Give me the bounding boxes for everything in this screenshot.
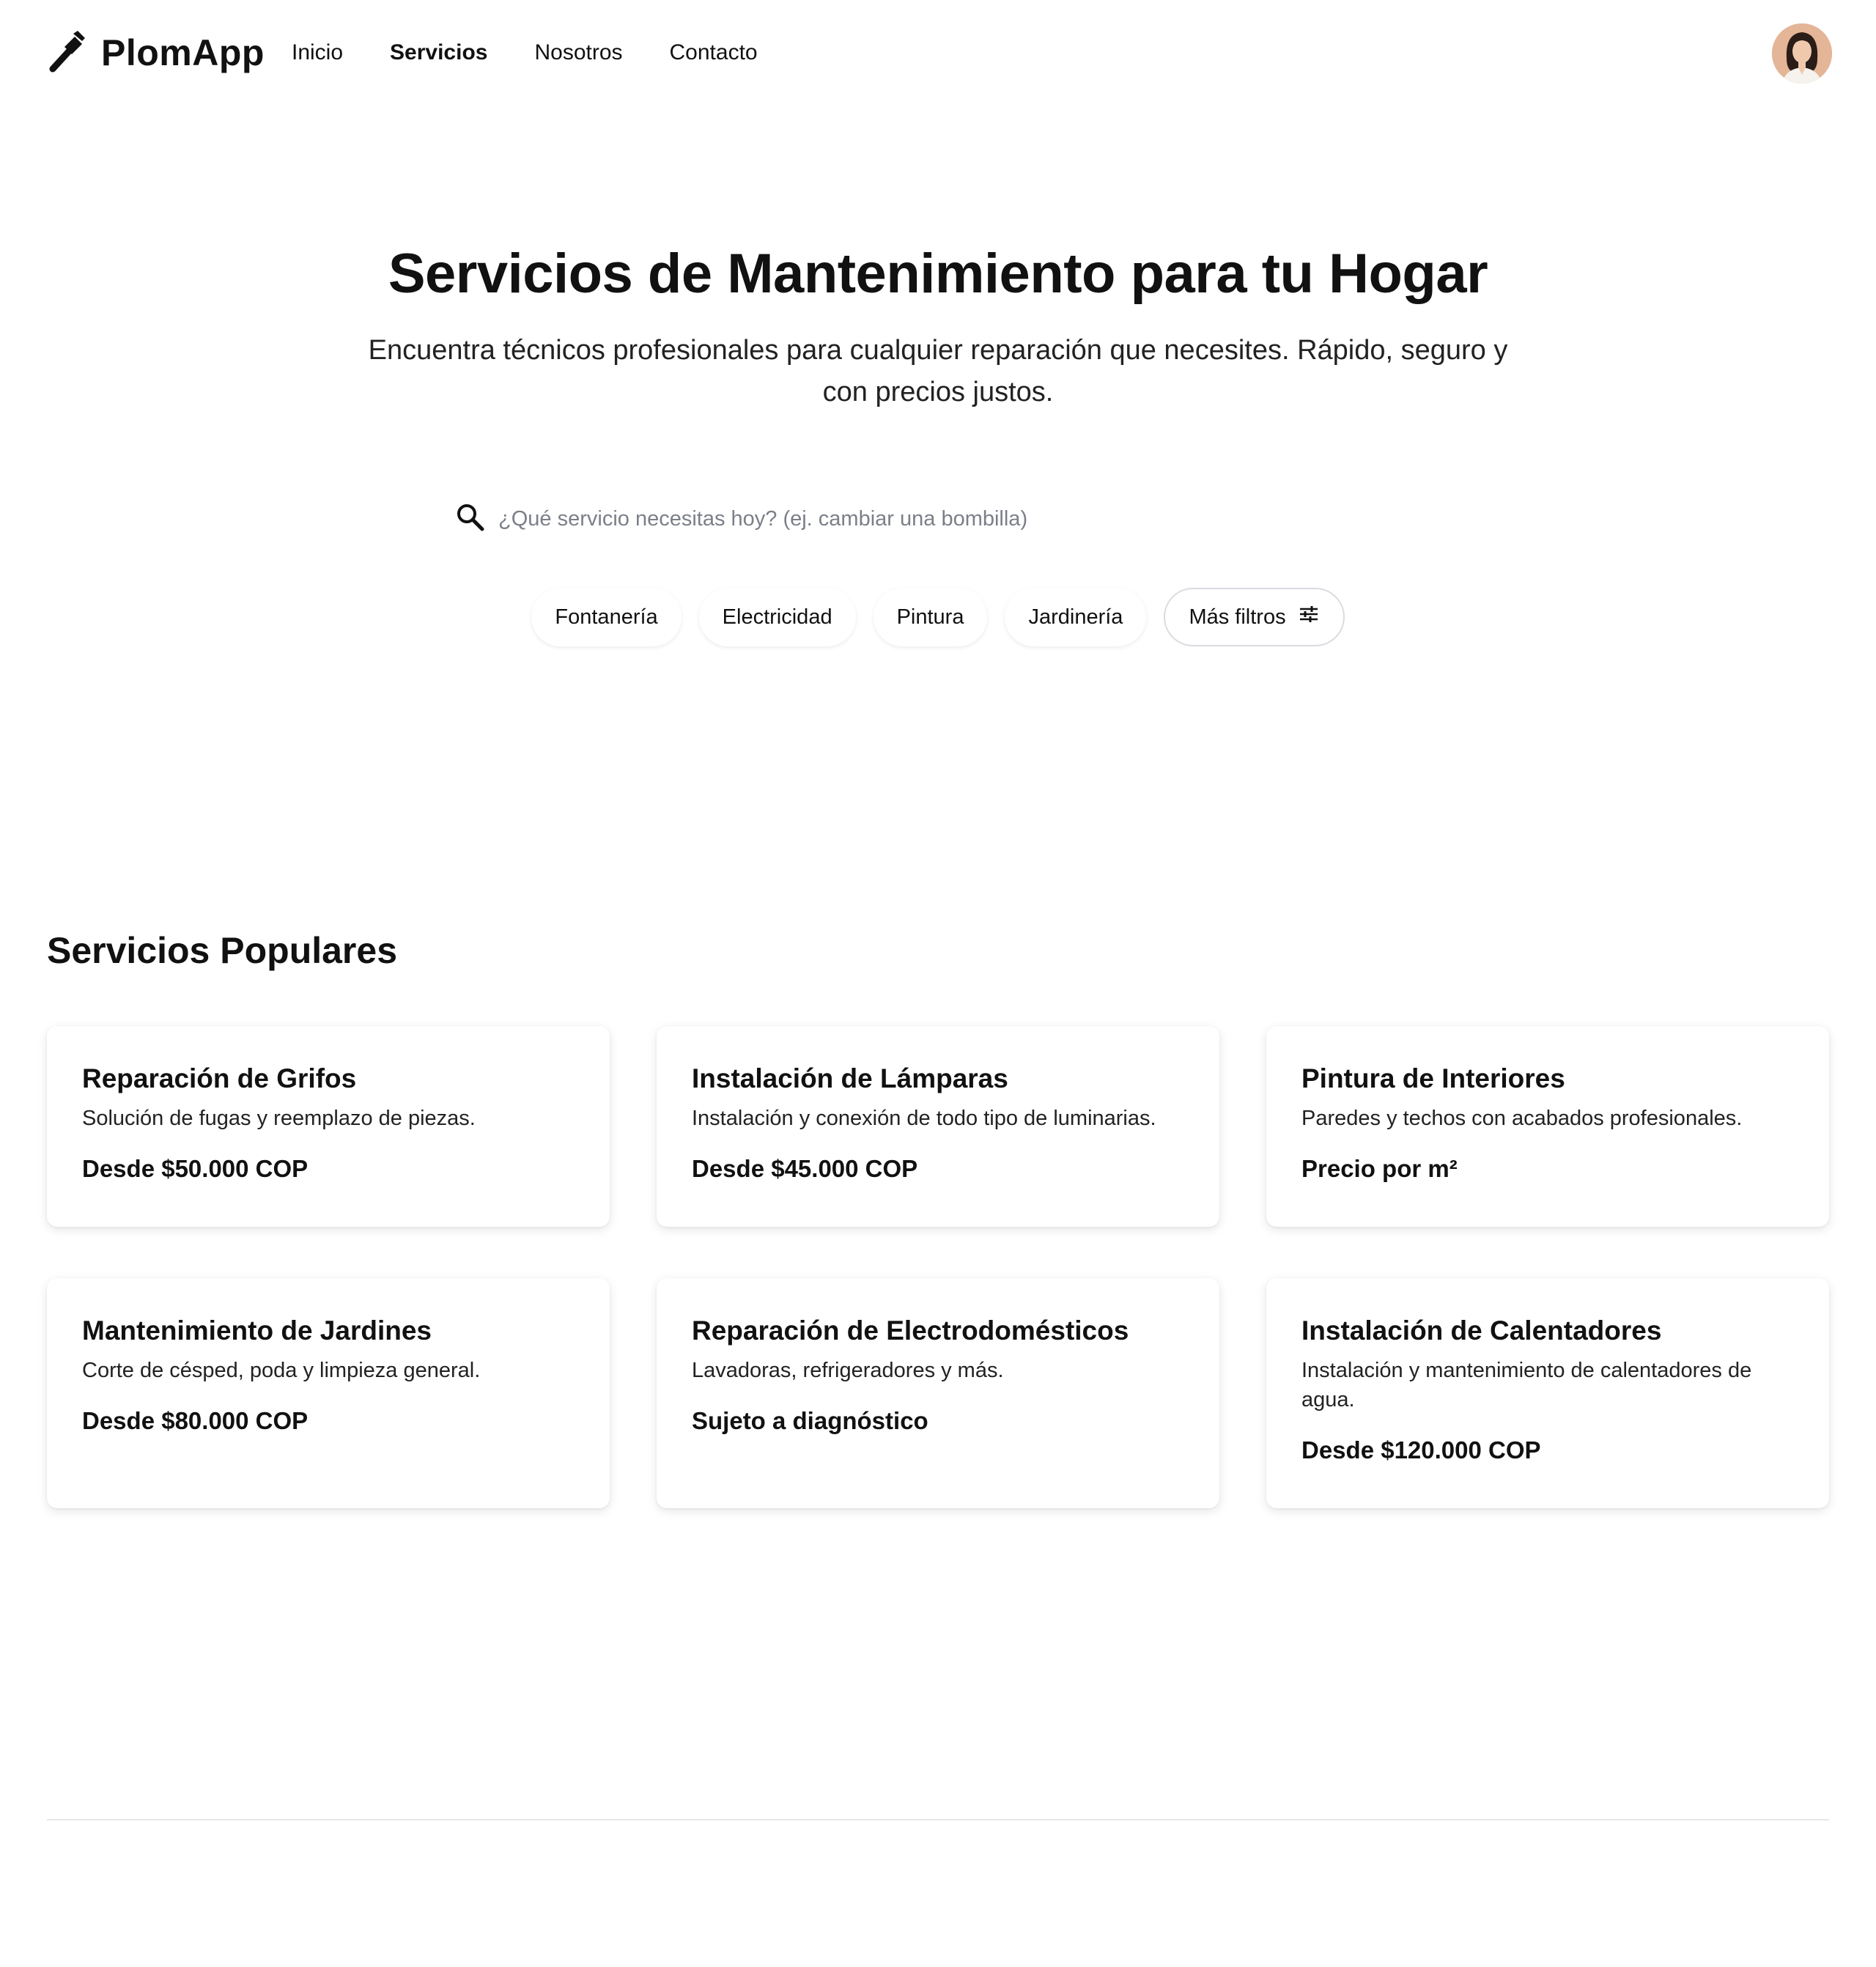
card-description: Solución de fugas y reemplazo de piezas. (82, 1107, 476, 1130)
card-title: Reparación de Electrodomésticos (692, 1315, 1129, 1346)
service-card-calentadores[interactable]: Instalación de Calentadores Instalación … (1266, 1278, 1829, 1508)
card-price: Desde $50.000 COP (82, 1155, 309, 1182)
wrench-icon (47, 29, 101, 77)
card-title: Mantenimiento de Jardines (82, 1315, 432, 1346)
brand-logo[interactable]: PlomApp (47, 26, 265, 79)
more-filters-label: Más filtros (1189, 605, 1286, 629)
card-description: Instalación y mantenimiento de calentado… (1301, 1359, 1752, 1411)
top-navbar: PlomApp Inicio Servicios Nosotros Contac… (0, 0, 1876, 106)
chip-electricidad[interactable]: Electricidad (698, 588, 856, 646)
card-description: Corte de césped, poda y limpieza general… (82, 1359, 481, 1382)
card-description: Instalación y conexión de todo tipo de l… (692, 1107, 1156, 1130)
service-card-jardines[interactable]: Mantenimiento de Jardines Corte de céspe… (47, 1278, 610, 1508)
search-icon (454, 501, 498, 537)
card-title: Pintura de Interiores (1301, 1063, 1565, 1093)
page-title: Servicios de Mantenimiento para tu Hogar (388, 243, 1488, 305)
card-title: Reparación de Grifos (82, 1063, 357, 1093)
card-price: Desde $120.000 COP (1301, 1436, 1541, 1464)
service-card-grifos[interactable]: Reparación de Grifos Solución de fugas y… (47, 1026, 610, 1227)
card-title: Instalación de Lámparas (692, 1063, 1008, 1093)
chip-fontaneria[interactable]: Fontanería (531, 588, 682, 646)
service-card-electrodomesticos[interactable]: Reparación de Electrodomésticos Lavadora… (657, 1278, 1219, 1508)
nav-item-nosotros[interactable]: Nosotros (534, 40, 622, 65)
search-bar (454, 490, 1422, 548)
person-icon (1772, 23, 1832, 84)
search-input[interactable] (498, 506, 1378, 531)
section-title: Servicios Populares (47, 930, 398, 971)
card-price: Desde $45.000 COP (692, 1155, 918, 1182)
filter-chips: Fontanería Electricidad Pintura Jardiner… (0, 588, 1876, 646)
card-price: Sujeto a diagnóstico (692, 1407, 928, 1434)
sliders-icon (1286, 603, 1320, 631)
user-avatar[interactable] (1772, 23, 1832, 84)
chip-jardineria[interactable]: Jardinería (1005, 588, 1147, 646)
nav-item-inicio[interactable]: Inicio (292, 40, 343, 65)
brand-name: PlomApp (101, 32, 265, 73)
card-description: Paredes y techos con acabados profesiona… (1301, 1107, 1743, 1130)
nav-item-contacto[interactable]: Contacto (670, 40, 758, 65)
chip-pintura[interactable]: Pintura (873, 588, 988, 646)
card-description: Lavadoras, refrigeradores y más. (692, 1359, 1004, 1382)
service-card-lamparas[interactable]: Instalación de Lámparas Instalación y co… (657, 1026, 1219, 1227)
service-card-pintura[interactable]: Pintura de Interiores Paredes y techos c… (1266, 1026, 1829, 1227)
card-price: Desde $80.000 COP (82, 1407, 309, 1434)
page-subtitle: Encuentra técnicos profesionales para cu… (368, 335, 1508, 407)
footer-divider (47, 1819, 1829, 1820)
card-title: Instalación de Calentadores (1301, 1315, 1662, 1346)
card-price: Precio por m² (1301, 1155, 1458, 1182)
main-nav: Inicio Servicios Nosotros Contacto (292, 32, 805, 73)
nav-item-servicios[interactable]: Servicios (390, 40, 487, 65)
more-filters-button[interactable]: Más filtros (1164, 588, 1345, 646)
